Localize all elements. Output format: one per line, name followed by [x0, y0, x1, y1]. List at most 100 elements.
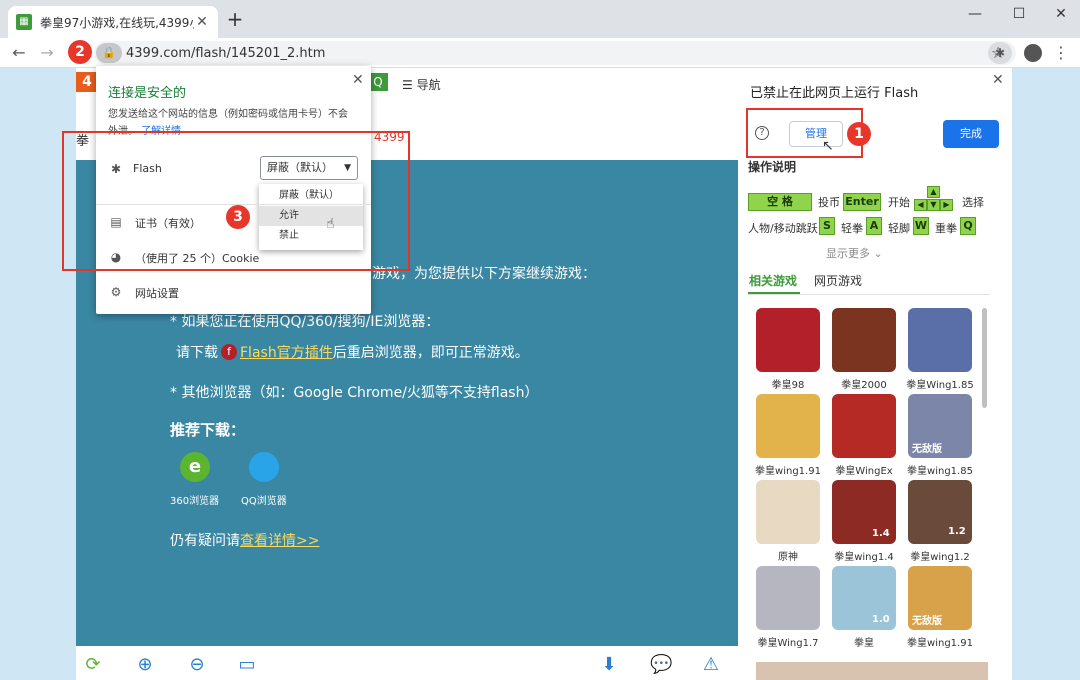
fullscreen-icon[interactable]: ▭ [236, 654, 258, 676]
tab-close-icon[interactable]: ✕ [194, 14, 210, 30]
game-name[interactable]: 原神 [749, 548, 827, 563]
game-badge: 1.4 [872, 528, 890, 539]
chevron-down-icon: ⌄ [873, 247, 883, 260]
connection-secure-title: 连接是安全的 [108, 86, 187, 101]
game-name[interactable]: 拳皇2000 [825, 376, 903, 391]
forward-button[interactable]: → [36, 42, 58, 64]
option-other-browsers-text: * 其他浏览器（如：Google Chrome/火狐等不支持flash） [170, 385, 539, 401]
qq-browser-label[interactable]: QQ浏览器 [241, 492, 287, 507]
popup-close-icon[interactable]: ✕ [352, 72, 364, 88]
ad-banner[interactable] [756, 662, 988, 680]
site-logo[interactable]: 4 [76, 72, 98, 92]
browser-tab[interactable]: ▦ 拳皇97小游戏,在线玩,4399小游戏 ✕ [8, 6, 218, 38]
profile-avatar[interactable] [1024, 44, 1042, 62]
move-label: 人物/移动跳跃 [748, 222, 818, 235]
game-thumbnail[interactable] [832, 394, 896, 458]
game-thumbnail[interactable] [756, 566, 820, 630]
tab-divider [748, 294, 990, 295]
url-text[interactable]: 4399.com/flash/145201_2.htm [126, 46, 325, 61]
game-name[interactable]: 拳皇wing1.91 [901, 634, 979, 649]
zoom-in-icon[interactable]: ⊕ [134, 654, 156, 676]
game-badge: 无敌版 [912, 616, 942, 627]
light-punch-label: 轻拳 [841, 222, 863, 235]
refresh-icon[interactable]: ⟳ [82, 654, 104, 676]
tab-title: 拳皇97小游戏,在线玩,4399小游戏 [40, 15, 194, 30]
new-tab-button[interactable]: + [226, 9, 244, 29]
search-icon[interactable]: Q [368, 73, 388, 91]
related-scrollbar[interactable] [982, 308, 987, 408]
minimize-button[interactable]: — [960, 4, 990, 24]
bookmark-star-icon[interactable]: ☆ [987, 42, 1009, 64]
flash-plugin-icon: f [221, 344, 237, 360]
gear-icon: ⚙ [110, 285, 122, 299]
tab-related-games[interactable]: 相关游戏 [749, 272, 797, 289]
enter-key: Enter [843, 193, 881, 211]
lock-icon[interactable]: 🔒 [96, 43, 122, 63]
game-thumbnail[interactable] [756, 394, 820, 458]
step-marker-1: 1 [847, 122, 871, 146]
heavy-punch-label: 重拳 [935, 222, 957, 235]
a-key: A [866, 217, 882, 235]
space-key: 空 格 [748, 193, 812, 211]
game-badge: 1.2 [948, 526, 966, 537]
help-icon[interactable]: ? [755, 126, 769, 140]
game-thumbnail[interactable] [832, 308, 896, 372]
show-more-label: 显示更多 [826, 247, 870, 260]
light-kick-label: 轻脚 [888, 222, 910, 235]
back-button[interactable]: ← [8, 42, 30, 64]
arrow-right-key: ▶ [940, 199, 953, 211]
tab-web-games[interactable]: 网页游戏 [814, 272, 862, 289]
game-name[interactable]: 拳皇wing1.85 [901, 462, 979, 477]
game-thumbnail[interactable] [756, 480, 820, 544]
qq-browser-icon[interactable] [249, 452, 279, 482]
360-browser-icon[interactable]: e [180, 452, 210, 482]
more-help-prefix: 仍有疑问请 [170, 533, 240, 549]
q-key: Q [960, 217, 976, 235]
browser-toolbar: ← → 🔒 4399.com/flash/145201_2.htm ✱ ☆ ⋮ [0, 38, 1080, 68]
game-bottom-bar [76, 646, 738, 680]
game-name[interactable]: 拳皇Wing1.7 [749, 634, 827, 649]
arrow-down-key: ▼ [927, 199, 940, 211]
arrow-up-key: ▲ [927, 186, 940, 198]
download-suffix: 后重启浏览器，即可正常游戏。 [332, 345, 529, 361]
menu-icon[interactable]: ⋮ [1050, 42, 1072, 64]
game-name[interactable]: 拳皇wing1.4 [825, 548, 903, 563]
controls-title: 操作说明 [748, 160, 797, 174]
game-thumbnail[interactable] [908, 308, 972, 372]
game-thumbnail[interactable] [756, 308, 820, 372]
comment-icon[interactable]: 💬 [650, 654, 672, 676]
maximize-button[interactable]: ☐ [1004, 4, 1034, 24]
site-settings-link[interactable]: 网站设置 [135, 285, 179, 301]
report-icon[interactable]: ⚠ [700, 654, 722, 676]
game-name[interactable]: 拳皇Wing1.85 [901, 376, 979, 391]
done-button[interactable]: 完成 [943, 120, 999, 148]
game-name[interactable]: 拳皇98 [749, 376, 827, 391]
show-more-button[interactable]: 显示更多 ⌄ [826, 245, 883, 261]
close-window-button[interactable]: ✕ [1046, 4, 1076, 24]
manage-button[interactable]: 管理 [789, 121, 843, 147]
360-browser-label[interactable]: 360浏览器 [170, 492, 219, 507]
flash-plugin-link[interactable]: Flash官方插件 [240, 342, 333, 362]
more-help-line: 仍有疑问请查看详情>> [170, 530, 319, 550]
zoom-out-icon[interactable]: ⊖ [186, 654, 208, 676]
step-marker-2: 2 [68, 40, 92, 64]
highlight-box-permissions [62, 131, 410, 271]
game-name[interactable]: 拳皇wing1.91 [749, 462, 827, 477]
nav-menu-link[interactable]: ☰ 导航 [402, 76, 441, 93]
option-browsers-text: * 如果您正在使用QQ/360/搜狗/IE浏览器： [170, 314, 440, 330]
download-prefix: 请下载 [176, 345, 218, 361]
select-label: 选择 [962, 196, 984, 209]
game-name[interactable]: 拳皇WingEx [825, 462, 903, 477]
game-name[interactable]: 拳皇wing1.2 [901, 548, 979, 563]
game-name[interactable]: 拳皇 [825, 634, 903, 649]
flash-blocked-title: 已禁止在此网页上运行 Flash [750, 86, 919, 101]
flash-panel-close-icon[interactable]: ✕ [992, 72, 1004, 88]
arrow-left-key: ◀ [914, 199, 927, 211]
game-badge: 无敌版 [912, 444, 942, 455]
view-details-link[interactable]: 查看详情>> [240, 533, 319, 549]
w-key: W [913, 217, 929, 235]
mouse-cursor-icon: ↖ [822, 138, 834, 154]
game-badge: 1.0 [872, 614, 890, 625]
address-bar[interactable]: 🔒 4399.com/flash/145201_2.htm ✱ [94, 41, 1016, 65]
download-icon[interactable]: ⬇ [598, 654, 620, 676]
